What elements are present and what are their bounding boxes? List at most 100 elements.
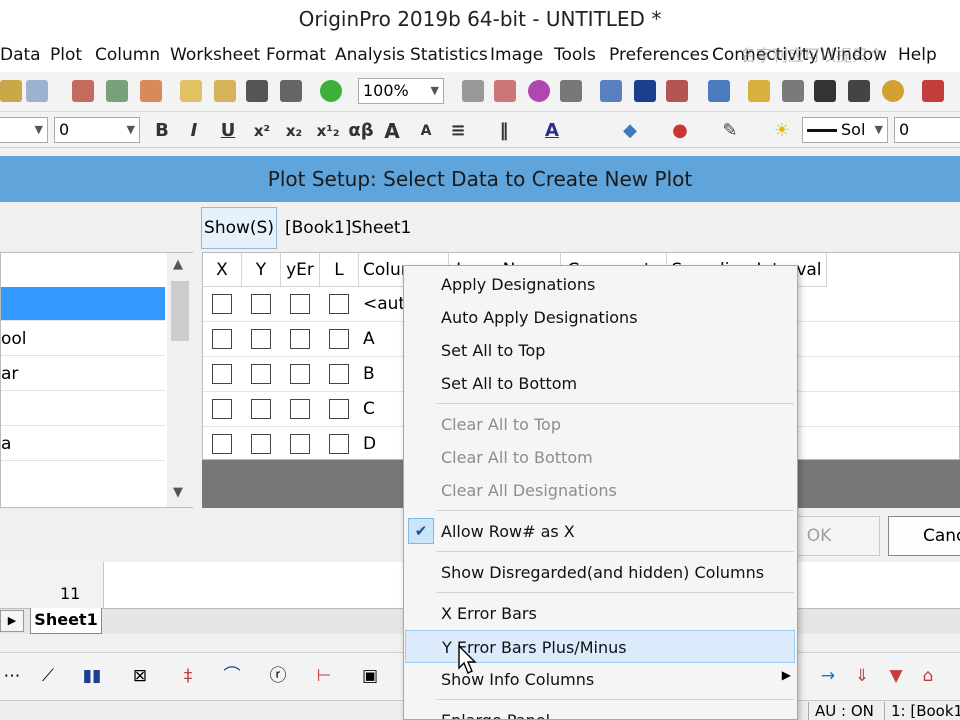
menu-tools[interactable]: Tools xyxy=(554,45,596,65)
menu-plot[interactable]: Plot xyxy=(50,45,82,65)
checkbox-l[interactable] xyxy=(329,329,349,349)
checkbox-l[interactable] xyxy=(329,364,349,384)
template-icon[interactable]: ▣ xyxy=(358,665,382,687)
menu-item-x-error-bars[interactable]: X Error Bars xyxy=(404,597,797,630)
scatter-icon[interactable]: ⋯ xyxy=(0,665,24,687)
greek-icon[interactable]: αβ xyxy=(346,120,376,142)
new-notes-icon[interactable] xyxy=(72,80,94,102)
import-icon[interactable]: ⇓ xyxy=(850,665,874,687)
menu-item-show-disregarded-columns[interactable]: Show Disregarded(and hidden) Columns xyxy=(404,556,797,589)
menu-image[interactable]: Image xyxy=(490,45,543,65)
polar-icon[interactable]: ⓡ xyxy=(266,665,290,687)
tray-icon[interactable]: ⌂ xyxy=(916,665,940,687)
tree-item-selected[interactable] xyxy=(1,287,165,321)
checkbox-x[interactable] xyxy=(212,434,232,454)
tree-scrollbar[interactable]: ▲ ▼ xyxy=(167,253,193,507)
add-column-icon[interactable] xyxy=(922,80,944,102)
column-plot-icon[interactable]: ▮▮ xyxy=(80,665,104,687)
funnel-icon[interactable]: ▼ xyxy=(884,665,908,687)
checkbox-y[interactable] xyxy=(251,434,271,454)
open-template-icon[interactable] xyxy=(214,80,236,102)
save-template-icon[interactable] xyxy=(280,80,302,102)
menu-item-allow-row-as-x[interactable]: Allow Row# as X xyxy=(404,515,797,548)
zoom-combo[interactable]: 100% ▼ xyxy=(358,78,444,104)
print-icon[interactable] xyxy=(462,80,484,102)
checkbox-yerr[interactable] xyxy=(290,399,310,419)
refresh-icon[interactable] xyxy=(494,80,516,102)
subscript-icon[interactable]: x₂ xyxy=(282,120,306,142)
checkbox-l[interactable] xyxy=(329,294,349,314)
chevron-up-icon[interactable]: ▲ xyxy=(173,257,183,272)
arrow-right-icon[interactable]: → xyxy=(816,665,840,687)
save-icon[interactable] xyxy=(246,80,268,102)
menu-analysis[interactable]: Analysis xyxy=(335,45,405,65)
menu-format[interactable]: Format xyxy=(266,45,326,65)
checkbox-x[interactable] xyxy=(212,329,232,349)
checkbox-x[interactable] xyxy=(212,399,232,419)
sheet-nav-arrow-icon[interactable]: ▶ xyxy=(0,610,24,632)
menu-item-auto-apply-designations[interactable]: Auto Apply Designations xyxy=(404,301,797,334)
fill-color-icon[interactable]: ◆ xyxy=(618,120,642,142)
brightness-icon[interactable]: ☀ xyxy=(770,120,794,142)
project-explorer-icon[interactable] xyxy=(666,80,688,102)
chart-icon[interactable]: ⊠ xyxy=(128,665,152,687)
run-icon[interactable] xyxy=(320,80,342,102)
menu-item-apply-designations[interactable]: Apply Designations xyxy=(404,268,797,301)
align-left-icon[interactable]: ≡ xyxy=(446,120,470,142)
tree-icon[interactable] xyxy=(708,80,730,102)
menu-item-enlarge-panel[interactable]: Enlarge Panel xyxy=(404,704,797,719)
palette-icon[interactable]: ● xyxy=(668,120,692,142)
decrease-font-icon[interactable]: A xyxy=(414,120,438,142)
increase-font-icon[interactable]: A xyxy=(380,120,404,142)
line-style-combo[interactable]: Sol ▼ xyxy=(802,117,888,143)
tree-item[interactable]: a xyxy=(1,427,165,461)
results-log-icon[interactable] xyxy=(634,80,656,102)
show-button[interactable]: Show(S) xyxy=(201,207,277,249)
menu-statistics[interactable]: Statistics xyxy=(410,45,488,65)
font-color-icon[interactable]: A xyxy=(540,120,564,142)
chevron-down-icon[interactable]: ▼ xyxy=(173,485,183,500)
checkbox-x[interactable] xyxy=(212,294,232,314)
film-icon[interactable] xyxy=(560,80,582,102)
checkbox-l[interactable] xyxy=(329,434,349,454)
checkbox-yerr[interactable] xyxy=(290,434,310,454)
line-color-icon[interactable]: ✎ xyxy=(718,120,742,142)
arc-icon[interactable]: ⌒ xyxy=(220,665,244,687)
new-layout-icon[interactable] xyxy=(140,80,162,102)
menu-item-set-all-to-bottom[interactable]: Set All to Bottom xyxy=(404,367,797,400)
checkbox-y[interactable] xyxy=(251,364,271,384)
error-bar-icon[interactable]: ‡ xyxy=(176,665,200,687)
underline-icon[interactable]: U xyxy=(216,120,240,142)
scrollbar-thumb[interactable] xyxy=(171,281,189,341)
tree-item[interactable]: ar xyxy=(1,357,165,391)
candlestick-icon[interactable]: ⊢ xyxy=(312,665,336,687)
checkbox-yerr[interactable] xyxy=(290,294,310,314)
col-header-yerr[interactable]: yEr xyxy=(281,253,320,287)
new-function-icon[interactable] xyxy=(106,80,128,102)
checkbox-yerr[interactable] xyxy=(290,329,310,349)
menu-data[interactable]: Data xyxy=(0,45,41,65)
code-builder-icon[interactable] xyxy=(600,80,622,102)
new-worksheet-icon[interactable] xyxy=(0,80,22,102)
find-icon[interactable] xyxy=(748,80,770,102)
tree-item[interactable] xyxy=(1,392,165,426)
col-header-y[interactable]: Y xyxy=(242,253,281,287)
menu-help[interactable]: Help xyxy=(898,45,937,65)
column-bar-icon[interactable]: ‖ xyxy=(492,120,516,142)
open-folder-icon[interactable] xyxy=(180,80,202,102)
menu-item-set-all-to-top[interactable]: Set All to Top xyxy=(404,334,797,367)
supersub-icon[interactable]: x¹₂ xyxy=(316,120,340,142)
col-header-l[interactable]: L xyxy=(320,253,359,287)
superscript-icon[interactable]: x² xyxy=(250,120,274,142)
font-combo[interactable]: ▼ xyxy=(0,117,48,143)
checkbox-l[interactable] xyxy=(329,399,349,419)
sheet-tab[interactable]: Sheet1 xyxy=(30,608,102,634)
calendar-icon[interactable] xyxy=(814,80,836,102)
menu-preferences[interactable]: Preferences xyxy=(609,45,709,65)
line-symbol-icon[interactable]: ⟋ xyxy=(36,665,60,687)
font-size-combo[interactable]: 0 ▼ xyxy=(54,117,140,143)
settings-gear-icon[interactable] xyxy=(882,80,904,102)
italic-icon[interactable]: I xyxy=(182,120,206,142)
checkbox-yerr[interactable] xyxy=(290,364,310,384)
bold-icon[interactable]: B xyxy=(150,120,174,142)
